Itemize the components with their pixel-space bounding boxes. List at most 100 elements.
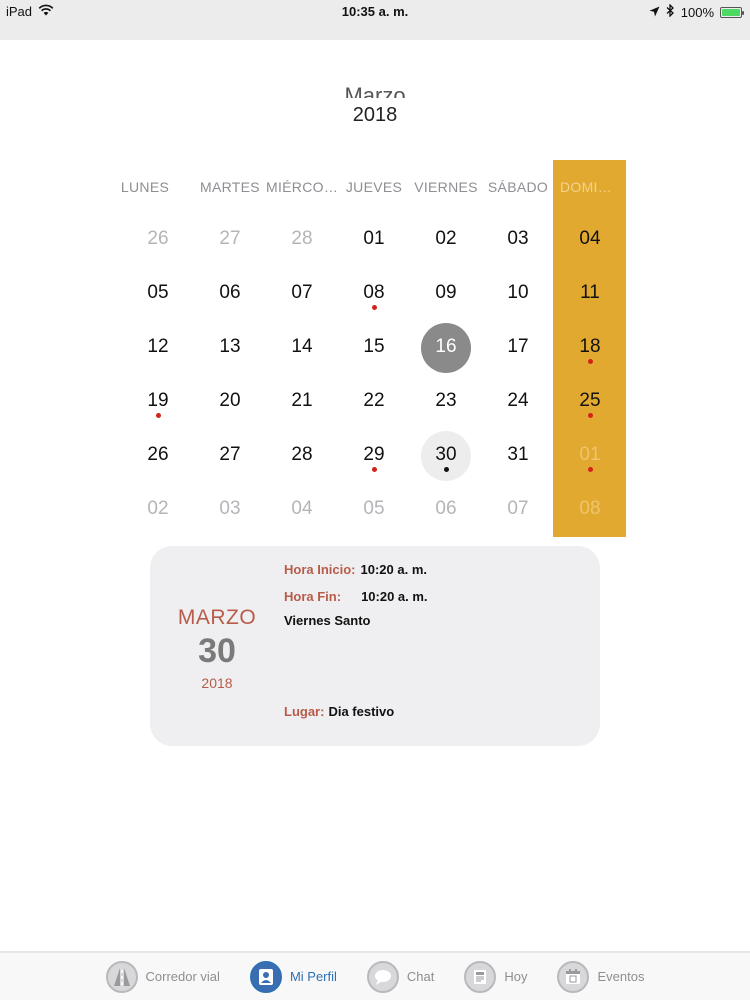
calendar-week: 26 27 28 29 30 31 01 [122,428,626,482]
status-bar: iPad 10:35 a. m. 100% [0,0,750,40]
calendar-day[interactable]: 10 [482,266,554,320]
event-end-row: Hora Fin: 10:20 a. m. [284,583,584,610]
calendar-day-number: 15 [363,336,385,357]
tab-mi-perfil[interactable]: Mi Perfil [249,953,337,1000]
calendar-day[interactable]: 26 [122,428,194,482]
road-icon [105,960,138,993]
calendar-day-number: 07 [507,498,529,519]
weekday-sunday: DOMINGO [560,179,626,195]
calendar-day[interactable]: 04 [266,482,338,536]
calendar-day[interactable]: 04 [554,212,626,266]
event-start-row: Hora Inicio: 10:20 a. m. [284,556,584,583]
calendar-day[interactable]: 05 [122,266,194,320]
calendar-day[interactable]: 25 [554,374,626,428]
event-card[interactable]: MARZO 30 2018 Hora Inicio: 10:20 a. m. H… [150,546,600,746]
tab-chat[interactable]: Chat [366,953,435,1000]
calendar-day-number: 10 [507,282,529,303]
calendar-day[interactable]: 07 [482,482,554,536]
calendar-day[interactable]: 01 [554,428,626,482]
calendar-day[interactable]: 19 [122,374,194,428]
bluetooth-icon [666,3,675,20]
calendar-day[interactable]: 05 [338,482,410,536]
battery-icon [720,6,744,18]
calendar-day[interactable]: 18 [554,320,626,374]
weekday-friday: VIERNES [414,179,478,195]
event-place-label: Lugar: [284,704,325,719]
calendar-day[interactable]: 31 [482,428,554,482]
calendar-day[interactable]: 06 [194,266,266,320]
calendar-day-number: 14 [291,336,313,357]
calendar-day[interactable]: 11 [554,266,626,320]
calendar-day[interactable]: 28 [266,212,338,266]
calendar-day[interactable]: 03 [482,212,554,266]
event-info: Hora Inicio: 10:20 a. m. Hora Fin: 10:20… [284,556,584,628]
calendar-day[interactable]: 14 [266,320,338,374]
calendar-day-number: 31 [507,444,529,465]
calendar-day-selected[interactable]: 30 [410,428,482,482]
calendar-day[interactable]: 08 [554,482,626,536]
calendar-weeks: 26 27 28 01 02 03 04 05 06 07 08 09 10 11 12 13 14 15 16 17… [122,212,626,536]
event-dot [372,467,377,472]
event-dot [372,305,377,310]
calendar-day[interactable]: 01 [338,212,410,266]
calendar-day[interactable]: 17 [482,320,554,374]
tab-hoy[interactable]: Hoy [464,953,527,1000]
calendar-day-number: 09 [435,282,457,303]
calendar-day-today[interactable]: 16 [410,320,482,374]
calendar-day-number: 24 [507,390,529,411]
calendar-week: 02 03 04 05 06 07 08 [122,482,626,536]
tab-label-chat: Chat [406,969,435,984]
calendar-day-number: 28 [291,228,313,249]
event-day: 30 [198,632,236,670]
calendar-day[interactable]: 23 [410,374,482,428]
calendar-day-number: 06 [219,282,241,303]
calendar-icon [557,960,590,993]
newspaper-icon [464,960,497,993]
calendar-day[interactable]: 13 [194,320,266,374]
calendar-day[interactable]: 09 [410,266,482,320]
calendar-day[interactable]: 07 [266,266,338,320]
calendar-day[interactable]: 08 [338,266,410,320]
calendar-day-number: 30 [435,444,457,465]
event-dot [588,467,593,472]
calendar-week: 19 20 21 22 23 24 25 [122,374,626,428]
calendar-day[interactable]: 22 [338,374,410,428]
tab-label-mi-perfil: Mi Perfil [289,969,337,984]
calendar-day-number: 04 [291,498,313,519]
event-place-value: Dia festivo [328,704,395,719]
calendar-day[interactable]: 15 [338,320,410,374]
calendar-day-number: 01 [363,228,385,249]
calendar-day[interactable]: 27 [194,428,266,482]
event-dot [588,413,593,418]
calendar-day[interactable]: 02 [122,482,194,536]
weekday-wednesday: MIÉRCOLES [266,179,338,195]
calendar-day-number: 28 [291,444,313,465]
calendar-day[interactable]: 03 [194,482,266,536]
calendar-day[interactable]: 27 [194,212,266,266]
status-time: 10:35 a. m. [341,4,409,19]
calendar-day[interactable]: 12 [122,320,194,374]
calendar-day-number: 03 [507,228,529,249]
profile-icon [249,960,282,993]
weekday-tuesday: MARTES [200,179,260,195]
calendar-week: 05 06 07 08 09 10 11 [122,266,626,320]
tab-corredor-vial[interactable]: Corredor vial [105,953,220,1000]
event-date: MARZO 30 2018 [150,606,284,691]
calendar-week: 26 27 28 01 02 03 04 [122,212,626,266]
calendar-day[interactable]: 26 [122,212,194,266]
event-end-value: 10:20 a. m. [361,589,428,604]
battery-percent: 100% [680,4,714,20]
calendar-day[interactable]: 20 [194,374,266,428]
calendar-day-number: 05 [147,282,169,303]
calendar-day[interactable]: 02 [410,212,482,266]
calendar-day-number: 07 [291,282,313,303]
calendar-day[interactable]: 29 [338,428,410,482]
calendar-day[interactable]: 24 [482,374,554,428]
calendar-day-number: 19 [147,390,169,411]
calendar-day[interactable]: 21 [266,374,338,428]
calendar-day-number: 27 [219,444,241,465]
calendar-day[interactable]: 06 [410,482,482,536]
calendar-day[interactable]: 28 [266,428,338,482]
tab-eventos[interactable]: Eventos [557,953,644,1000]
tab-label-eventos: Eventos [597,969,645,984]
